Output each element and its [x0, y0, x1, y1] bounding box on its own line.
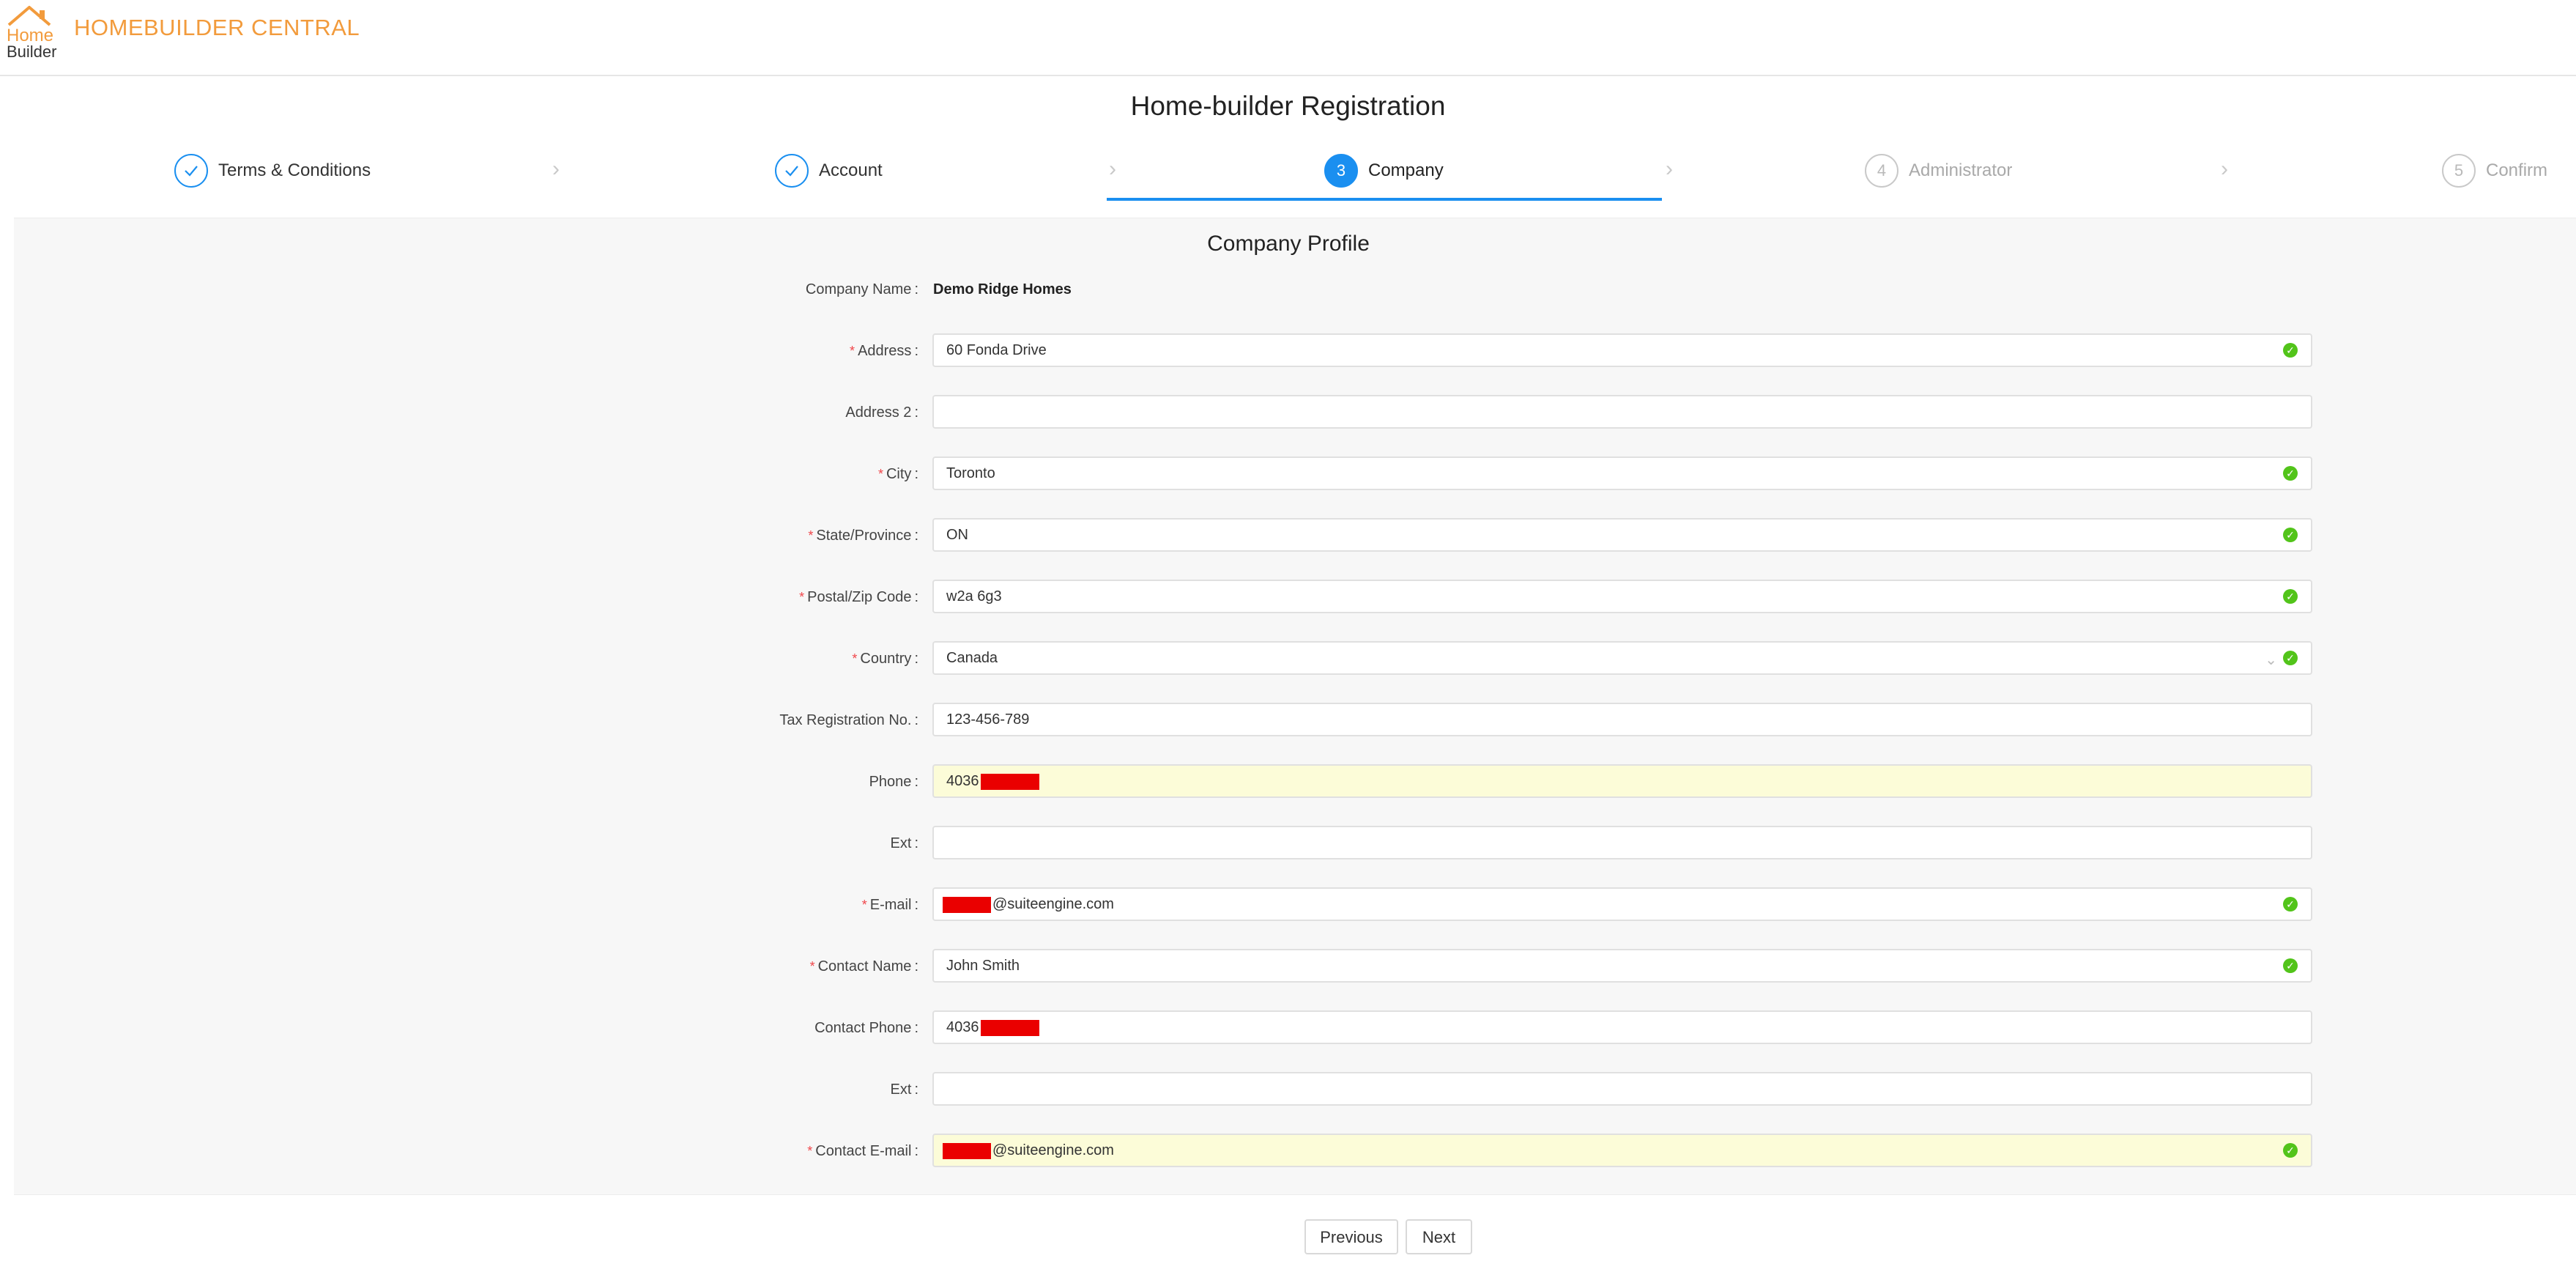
success-icon: ✓ [2283, 528, 2298, 542]
company-name-value: Demo Ridge Homes [933, 281, 1072, 297]
field-label: State/Province [816, 528, 912, 544]
success-icon: ✓ [2283, 343, 2298, 358]
address-input[interactable]: 60 Fonda Drive ✓ [932, 333, 2312, 367]
redaction-block [980, 1019, 1039, 1036]
contact-email-row: * Contact E-mail: @suiteengine.com ✓ [14, 1134, 2576, 1169]
homebuilder-logo[interactable]: Home Builder [4, 4, 57, 60]
step-number: 4 [1865, 154, 1898, 188]
state-input[interactable]: ON ✓ [932, 518, 2312, 552]
tax-row: Tax Registration No.: 123-456-789 [14, 703, 2576, 738]
check-icon [775, 154, 809, 188]
step-company[interactable]: 3 Company [1324, 147, 1444, 195]
field-label: Postal/Zip Code [807, 589, 912, 605]
phone-input[interactable]: 4036 [932, 764, 2312, 798]
ext-input[interactable] [932, 826, 2312, 859]
contact-ext-row: Ext: [14, 1072, 2576, 1107]
city-row: * City: Toronto ✓ [14, 456, 2576, 492]
step-terms[interactable]: Terms & Conditions [174, 147, 371, 195]
field-label: Address 2 [845, 404, 912, 421]
country-select[interactable]: Canada ⌄ ✓ [932, 641, 2312, 675]
step-number: 5 [2442, 154, 2476, 188]
step-label: Confirm [2486, 160, 2548, 180]
active-step-indicator [1107, 198, 1662, 201]
field-label: Ext [890, 1081, 912, 1098]
registration-steps: Terms & Conditions › Account › 3 Company… [0, 147, 2576, 202]
contact-email-input[interactable]: @suiteengine.com ✓ [932, 1134, 2312, 1167]
redaction-block [980, 773, 1039, 790]
address2-row: Address 2: [14, 395, 2576, 430]
step-number: 3 [1324, 154, 1358, 188]
email-input[interactable]: @suiteengine.com ✓ [932, 887, 2312, 921]
phone-row: Phone: 4036 [14, 764, 2576, 799]
field-label: E-mail [869, 897, 912, 913]
chevron-down-icon: ⌄ [2265, 652, 2277, 668]
field-label: Ext [890, 835, 912, 851]
success-icon: ✓ [2283, 958, 2298, 973]
field-label: Contact Phone [814, 1020, 912, 1036]
address-row: * Address: 60 Fonda Drive ✓ [14, 333, 2576, 369]
contact-ext-input[interactable] [932, 1072, 2312, 1106]
email-row: * E-mail: @suiteengine.com ✓ [14, 887, 2576, 922]
contact-phone-input[interactable]: 4036 [932, 1010, 2312, 1044]
step-label: Terms & Conditions [218, 160, 371, 180]
field-label: Tax Registration No. [779, 712, 912, 728]
state-row: * State/Province: ON ✓ [14, 518, 2576, 553]
chevron-right-icon: › [2221, 157, 2228, 181]
success-icon: ✓ [2283, 1143, 2298, 1158]
field-label: Contact E-mail [815, 1143, 912, 1159]
field-label: Phone [869, 774, 912, 790]
app-header: Home Builder HOMEBUILDER CENTRAL [0, 0, 2576, 76]
previous-button[interactable]: Previous [1304, 1219, 1398, 1254]
section-title: Company Profile [1207, 232, 1370, 256]
city-input[interactable]: Toronto ✓ [932, 456, 2312, 490]
step-label: Company [1368, 160, 1444, 180]
step-label: Administrator [1909, 160, 2013, 180]
page-title: Home-builder Registration [1130, 91, 1446, 121]
redaction-block [943, 896, 991, 913]
chevron-right-icon: › [1666, 157, 1673, 181]
logo-text-builder: Builder [7, 42, 56, 60]
success-icon: ✓ [2283, 897, 2298, 912]
step-confirm: 5 Confirm [2442, 147, 2547, 195]
field-label: Contact Name [817, 958, 912, 975]
contact-phone-row: Contact Phone: 4036 [14, 1010, 2576, 1046]
ext-row: Ext: [14, 826, 2576, 861]
next-button[interactable]: Next [1406, 1219, 1472, 1254]
step-label: Account [819, 160, 883, 180]
success-icon: ✓ [2283, 589, 2298, 604]
success-icon: ✓ [2283, 466, 2298, 481]
field-label: Country [860, 651, 912, 667]
redaction-block [943, 1142, 991, 1159]
success-icon: ✓ [2283, 651, 2298, 665]
country-row: * Country: Canada ⌄ ✓ [14, 641, 2576, 676]
field-label: Company Name [805, 281, 912, 297]
contact-name-input[interactable]: John Smith ✓ [932, 949, 2312, 983]
chevron-right-icon: › [1109, 157, 1116, 181]
postal-row: * Postal/Zip Code: w2a 6g3 ✓ [14, 580, 2576, 615]
field-label: Address [858, 343, 912, 359]
check-icon [174, 154, 208, 188]
step-account[interactable]: Account [775, 147, 883, 195]
field-label: City [886, 466, 912, 482]
chevron-right-icon: › [552, 157, 560, 181]
postal-input[interactable]: w2a 6g3 ✓ [932, 580, 2312, 613]
address2-input[interactable] [932, 395, 2312, 429]
tax-input[interactable]: 123-456-789 [932, 703, 2312, 736]
step-administrator: 4 Administrator [1865, 147, 2012, 195]
company-profile-panel: Company Profile Company Name: Demo Ridge… [14, 218, 2576, 1195]
contact-name-row: * Contact Name: John Smith ✓ [14, 949, 2576, 984]
company-name-row: Company Name: Demo Ridge Homes [14, 272, 2576, 307]
brand-name[interactable]: HOMEBUILDER CENTRAL [74, 15, 360, 41]
